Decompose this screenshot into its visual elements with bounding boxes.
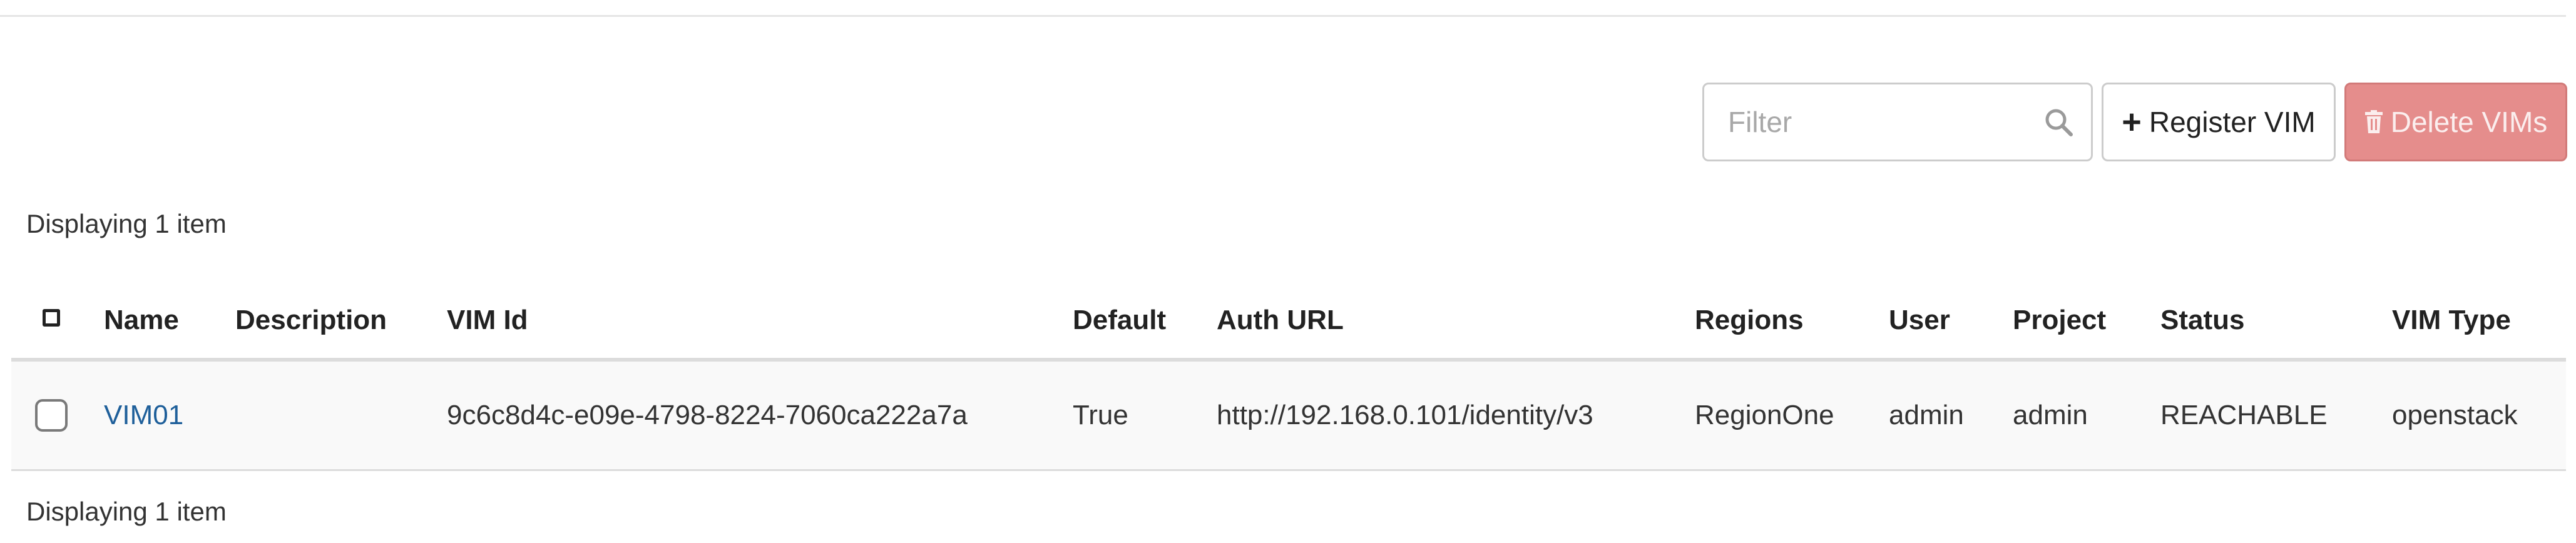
trash-icon xyxy=(2364,110,2383,134)
top-divider xyxy=(0,15,2566,17)
column-header-default[interactable]: Default xyxy=(1073,283,1166,358)
vim-regions: RegionOne xyxy=(1695,400,1834,430)
column-header-description[interactable]: Description xyxy=(235,283,387,358)
item-count-top: Displaying 1 item xyxy=(26,209,227,238)
column-header-name[interactable]: Name xyxy=(104,283,179,358)
vim-id: 9c6c8d4c-e09e-4798-8224-7060ca222a7a xyxy=(447,400,968,430)
select-all-checkbox[interactable] xyxy=(43,309,60,327)
table-actions: + Register VIM Delete VIMs xyxy=(1702,83,2567,161)
column-header-project[interactable]: Project xyxy=(2013,283,2106,358)
column-header-vim-id[interactable]: VIM Id xyxy=(447,283,528,358)
delete-vims-label: Delete VIMs xyxy=(2390,106,2548,138)
vim-auth-url: http://192.168.0.101/identity/v3 xyxy=(1217,400,1593,430)
column-header-regions[interactable]: Regions xyxy=(1695,283,1804,358)
vim-table: Name Description VIM Id Default Auth URL… xyxy=(11,283,2566,471)
vim-user: admin xyxy=(1889,400,1964,430)
plus-icon: + xyxy=(2122,103,2142,141)
filter-field[interactable] xyxy=(1702,83,2093,161)
delete-vims-button[interactable]: Delete VIMs xyxy=(2344,83,2567,161)
search-icon[interactable] xyxy=(2043,107,2075,138)
item-count-bottom: Displaying 1 item xyxy=(26,497,227,526)
row-select-checkbox[interactable] xyxy=(35,399,68,432)
register-vim-label: Register VIM xyxy=(2149,106,2316,138)
filter-input[interactable] xyxy=(1728,84,2053,160)
vim-status: REACHABLE xyxy=(2160,400,2328,430)
table-header: Name Description VIM Id Default Auth URL… xyxy=(11,283,2566,362)
register-vim-button[interactable]: + Register VIM xyxy=(2102,83,2336,161)
vim-default: True xyxy=(1073,400,1128,430)
vim-type: openstack xyxy=(2392,400,2518,430)
column-header-user[interactable]: User xyxy=(1889,283,1950,358)
vim-project: admin xyxy=(2013,400,2088,430)
column-header-status[interactable]: Status xyxy=(2160,283,2244,358)
column-header-vim-type[interactable]: VIM Type xyxy=(2392,283,2511,358)
table-row: VIM01 9c6c8d4c-e09e-4798-8224-7060ca222a… xyxy=(11,362,2566,471)
column-header-auth-url[interactable]: Auth URL xyxy=(1217,283,1344,358)
vim-name-link[interactable]: VIM01 xyxy=(104,362,183,469)
